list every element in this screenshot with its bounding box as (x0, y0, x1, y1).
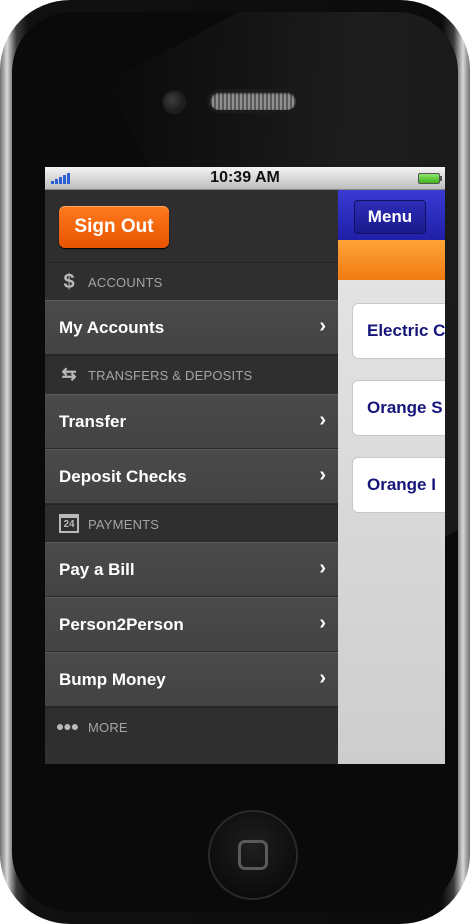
menu-item-bump-money[interactable]: Bump Money › (45, 652, 338, 707)
chevron-right-icon: › (319, 612, 326, 634)
list-item[interactable]: Orange S (352, 380, 445, 436)
section-transfers: ⇆ TRANSFERS & DEPOSITS (45, 355, 338, 394)
front-camera (164, 92, 184, 112)
menu-item-pay-a-bill[interactable]: Pay a Bill › (45, 542, 338, 597)
section-label: ACCOUNTS (88, 275, 163, 290)
chevron-right-icon: › (319, 315, 326, 337)
section-more[interactable]: ●●● MORE (45, 707, 338, 746)
dollar-icon: $ (63, 271, 75, 293)
section-accounts: $ ACCOUNTS (45, 262, 338, 301)
nav-bar: Menu (338, 190, 445, 240)
orange-header-bar (338, 240, 445, 280)
side-menu: Sign Out $ ACCOUNTS My Accounts › ⇆ TRAN… (45, 190, 338, 764)
earpiece-speaker (210, 92, 296, 110)
menu-item-label: Person2Person (59, 615, 184, 634)
section-label: PAYMENTS (88, 517, 160, 532)
battery-icon (418, 173, 442, 184)
list-item[interactable]: Orange I (352, 457, 445, 513)
menu-item-my-accounts[interactable]: My Accounts › (45, 300, 338, 355)
status-time: 10:39 AM (210, 169, 280, 186)
list-item-label: Orange I (367, 475, 436, 494)
menu-item-label: My Accounts (59, 318, 165, 337)
section-label: TRANSFERS & DEPOSITS (88, 368, 253, 383)
menu-item-label: Pay a Bill (59, 560, 135, 579)
list-item-label: Orange S (367, 398, 443, 417)
main-content-peek: Menu Electric C Orange S Orange I (338, 190, 445, 764)
phone-frame: 10:39 AM Sign Out $ ACCOUNTS My Accounts… (0, 0, 470, 924)
home-button-icon (238, 840, 268, 870)
menu-item-label: Deposit Checks (59, 467, 187, 486)
menu-header: Sign Out (45, 190, 338, 262)
ellipsis-icon: ●●● (55, 718, 79, 734)
menu-item-deposit-checks[interactable]: Deposit Checks › (45, 449, 338, 504)
chevron-right-icon: › (319, 557, 326, 579)
list-item-label: Electric C (367, 321, 445, 340)
section-payments: 24 PAYMENTS (45, 504, 338, 543)
menu-item-person2person[interactable]: Person2Person › (45, 597, 338, 652)
app-screen: 10:39 AM Sign Out $ ACCOUNTS My Accounts… (45, 167, 445, 764)
chevron-right-icon: › (319, 667, 326, 689)
transfer-arrows-icon: ⇆ (61, 364, 77, 384)
chevron-right-icon: › (319, 409, 326, 431)
section-label: MORE (88, 720, 128, 735)
sign-out-button[interactable]: Sign Out (59, 206, 169, 248)
menu-button[interactable]: Menu (354, 200, 426, 234)
menu-item-label: Bump Money (59, 670, 166, 689)
menu-item-transfer[interactable]: Transfer › (45, 394, 338, 449)
status-bar: 10:39 AM (45, 167, 445, 190)
list-item[interactable]: Electric C (352, 303, 445, 359)
calendar-icon: 24 (59, 514, 79, 533)
menu-item-label: Transfer (59, 412, 127, 431)
chevron-right-icon: › (319, 464, 326, 486)
